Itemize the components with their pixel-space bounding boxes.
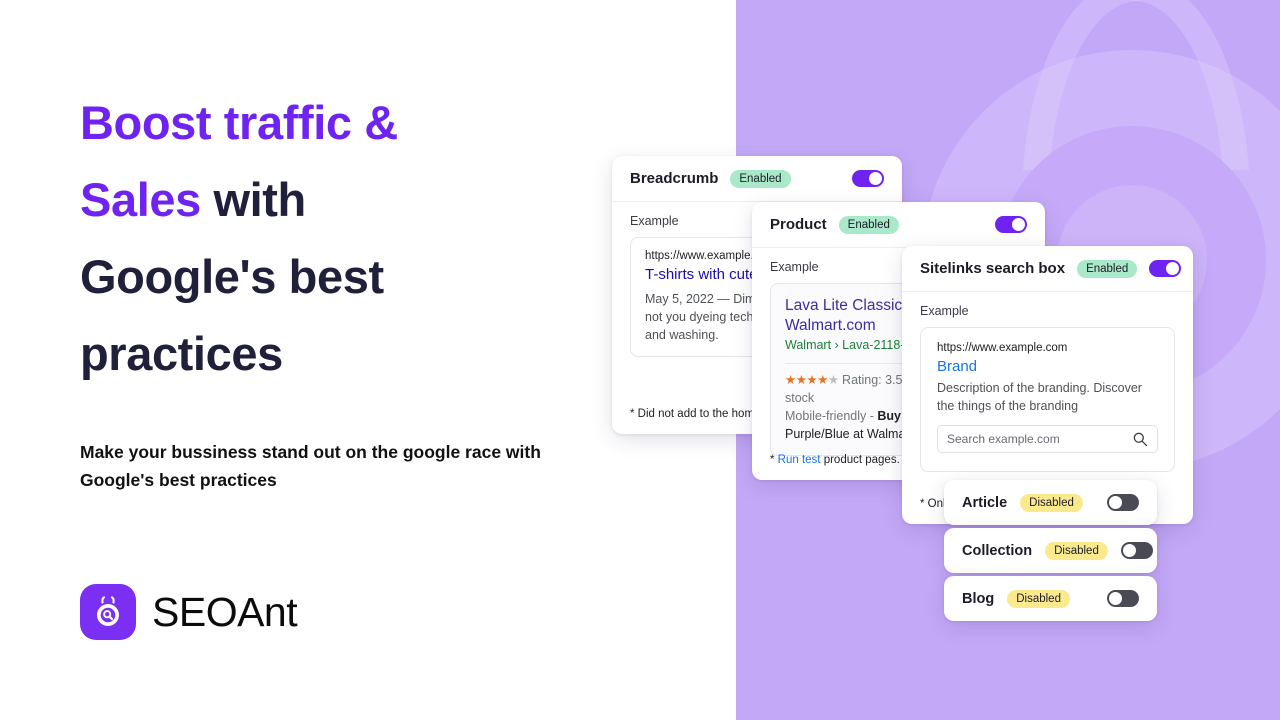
- card-sitelinks-title: Sitelinks search box: [920, 260, 1066, 277]
- hero-banner: Boost traffic & Sales with Google's best…: [0, 0, 1280, 720]
- row-article-toggle[interactable]: [1107, 494, 1139, 511]
- brand-name: SEOAnt: [152, 588, 298, 635]
- toggle-knob: [1122, 544, 1136, 557]
- toggle-knob: [869, 172, 882, 185]
- example-label: Example: [920, 304, 969, 318]
- row-article-title: Article: [962, 494, 1008, 511]
- status-badge: Disabled: [1045, 541, 1108, 560]
- toggle-knob: [1109, 592, 1122, 605]
- toggle-knob: [1166, 262, 1180, 275]
- title-line-3: Google's best: [80, 250, 384, 303]
- brand-logo: SEOAnt: [80, 584, 298, 640]
- sitelinks-brand[interactable]: Brand: [937, 358, 1158, 375]
- row-collection-title: Collection: [962, 542, 1033, 559]
- sitelinks-preview: https://www.example.com Brand Descriptio…: [920, 327, 1175, 472]
- card-breadcrumb-toggle[interactable]: [852, 170, 884, 187]
- card-sitelinks-toggle[interactable]: [1149, 260, 1182, 277]
- search-placeholder: Search example.com: [947, 432, 1060, 446]
- hero-text-block: Boost traffic & Sales with Google's best…: [80, 84, 640, 494]
- status-badge: Enabled: [1077, 259, 1138, 278]
- card-sitelinks-header: Sitelinks search box Enabled: [902, 246, 1193, 292]
- sitelinks-url: https://www.example.com: [937, 342, 1068, 354]
- row-blog-toggle[interactable]: [1107, 590, 1139, 607]
- row-collection-toggle[interactable]: [1120, 542, 1153, 559]
- toggle-knob: [1012, 218, 1025, 231]
- run-test-link[interactable]: Run test: [778, 454, 821, 466]
- page-title: Boost traffic & Sales with Google's best…: [80, 84, 640, 392]
- sitelinks-search-field[interactable]: Search example.com: [937, 425, 1158, 453]
- toggle-knob: [1109, 496, 1122, 509]
- card-breadcrumb-title: Breadcrumb: [630, 170, 719, 187]
- status-badge: Disabled: [1020, 493, 1083, 512]
- status-badge: Enabled: [838, 215, 899, 234]
- search-icon[interactable]: [1132, 431, 1148, 447]
- title-line-2-accent: Sales: [80, 173, 201, 226]
- title-line-4: practices: [80, 327, 283, 380]
- row-collection[interactable]: Collection Disabled: [944, 528, 1157, 573]
- card-product-toggle[interactable]: [995, 216, 1027, 233]
- sitelinks-description: Description of the branding. Discover th…: [937, 381, 1142, 413]
- status-badge: Enabled: [730, 169, 791, 188]
- card-product-title: Product: [770, 216, 827, 233]
- row-blog-title: Blog: [962, 590, 995, 607]
- hero-subtitle: Make your bussiness stand out on the goo…: [80, 442, 541, 490]
- rating-stars-icon: ★★★★★: [785, 373, 839, 387]
- title-line-2-rest: with: [200, 173, 306, 226]
- row-article[interactable]: Article Disabled: [944, 480, 1157, 525]
- title-line-1: Boost traffic &: [80, 96, 398, 149]
- row-blog[interactable]: Blog Disabled: [944, 576, 1157, 621]
- card-product-header: Product Enabled: [752, 202, 1045, 248]
- card-breadcrumb-header: Breadcrumb Enabled: [612, 156, 902, 202]
- seoant-ant-magnifier-icon: [80, 584, 136, 640]
- status-badge: Disabled: [1007, 589, 1070, 608]
- card-sitelinks-body: Example https://www.example.com Brand De…: [902, 292, 1193, 472]
- card-product-footnote: * Run test product pages.: [770, 454, 900, 466]
